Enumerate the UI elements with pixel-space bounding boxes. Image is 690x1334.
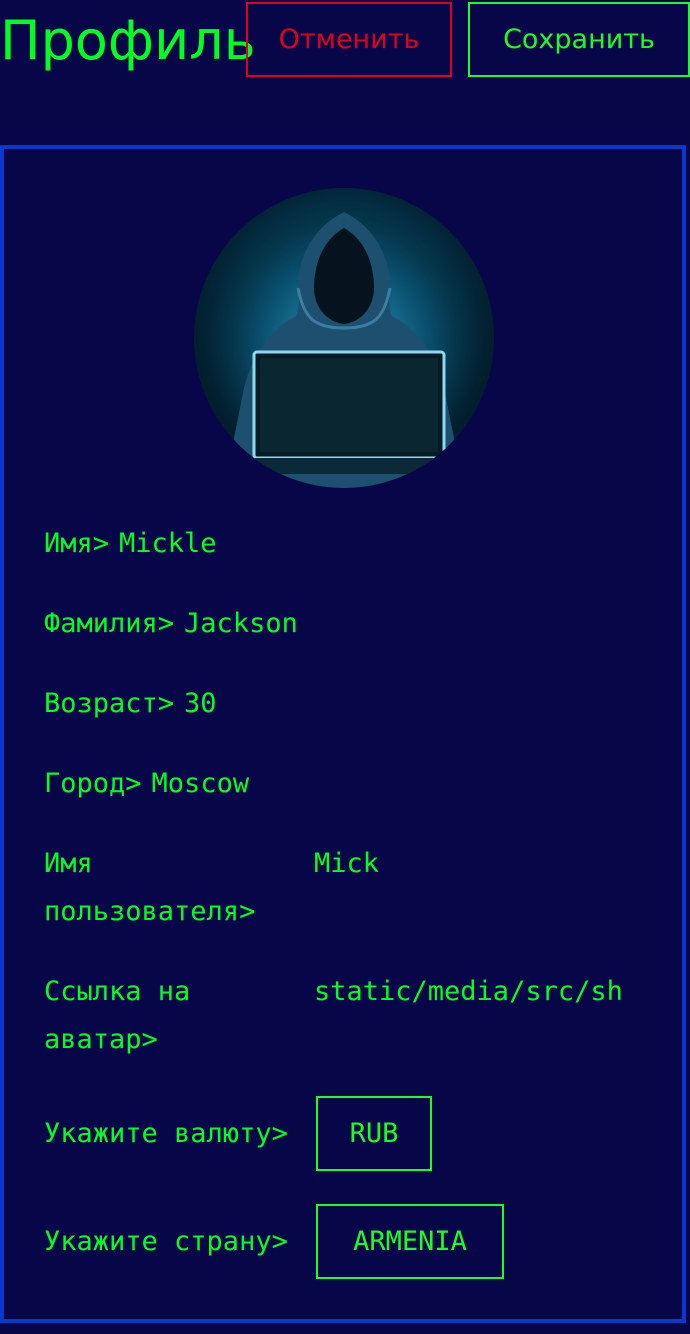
first-name-value[interactable]: Mickle: [119, 528, 217, 559]
country-label: Укажите страну>: [44, 1226, 288, 1257]
last-name-value[interactable]: Jackson: [184, 608, 298, 639]
cancel-button[interactable]: Отменить: [246, 2, 452, 77]
age-label: Возраст>: [44, 688, 175, 719]
hooded-hacker-avatar: [194, 188, 494, 488]
last-name-label: Фамилия>: [44, 608, 175, 639]
page-title: Профиль: [0, 9, 256, 72]
avatar-link-label: Ссылка на аватар>: [44, 976, 191, 1055]
save-button[interactable]: Сохранить: [468, 2, 690, 77]
avatar: [194, 188, 494, 488]
age-row: Возраст> 30: [44, 680, 217, 728]
avatar-link-value[interactable]: static/media/src/sh: [314, 968, 642, 1016]
city-row: Город> Moscow: [44, 760, 249, 808]
age-value[interactable]: 30: [184, 688, 217, 719]
currency-label: Укажите валюту>: [44, 1118, 288, 1149]
first-name-label: Имя>: [44, 528, 110, 559]
city-label: Город>: [44, 768, 142, 799]
username-value[interactable]: Mick: [314, 840, 642, 888]
username-label: Имя пользователя>: [44, 848, 256, 927]
last-name-row: Фамилия> Jackson: [44, 600, 298, 648]
city-value[interactable]: Moscow: [152, 768, 250, 799]
country-select[interactable]: ARMENIA: [316, 1204, 504, 1279]
currency-select[interactable]: RUB: [316, 1096, 432, 1171]
first-name-row: Имя> Mickle: [44, 520, 217, 568]
